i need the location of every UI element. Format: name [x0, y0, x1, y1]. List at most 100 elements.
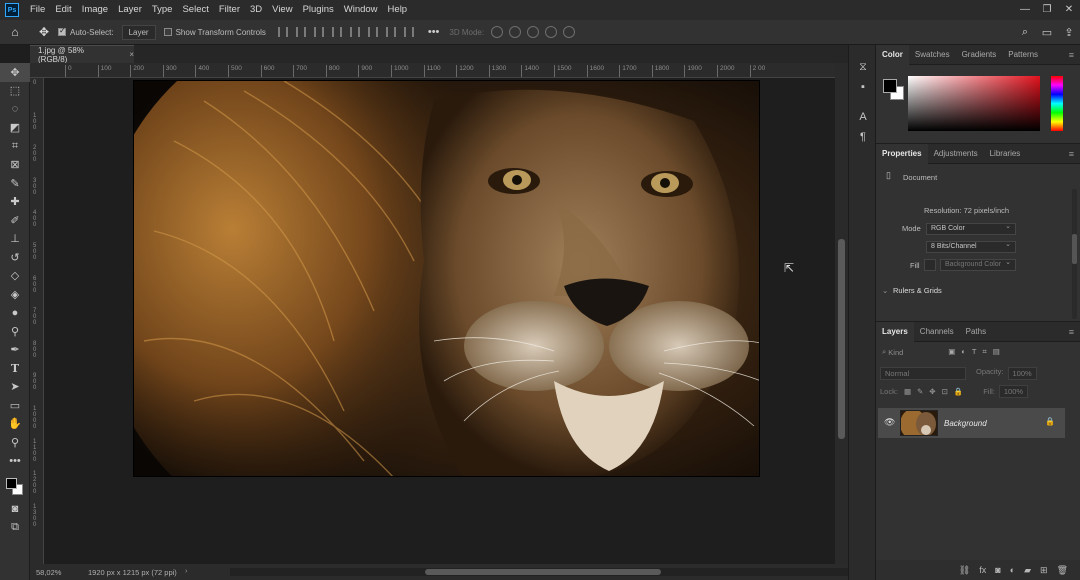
home-icon[interactable]: ⌂ [0, 25, 30, 39]
delete-layer-icon[interactable]: 🗑 [1057, 565, 1068, 576]
menu-filter[interactable]: Filter [214, 0, 245, 20]
panel-menu-icon[interactable]: ≡ [1069, 149, 1074, 159]
edit-toolbar-icon[interactable]: ••• [0, 452, 30, 471]
menu-plugins[interactable]: Plugins [298, 0, 339, 20]
tab-properties[interactable]: Properties [876, 143, 928, 164]
move-tool-icon[interactable]: ✥ [0, 63, 30, 82]
canvas-workspace[interactable]: ⇱ [44, 78, 835, 564]
menu-help[interactable]: Help [383, 0, 413, 20]
3d-scale-icon[interactable] [563, 26, 576, 38]
comments-panel-icon[interactable]: ▪ [849, 77, 877, 97]
tab-libraries[interactable]: Libraries [984, 144, 1027, 164]
layer-style-icon[interactable]: fx [979, 565, 986, 575]
status-arrow-icon[interactable]: › [185, 566, 188, 575]
menu-3d[interactable]: 3D [245, 0, 267, 20]
layer-kind-filter[interactable]: Kind [888, 348, 930, 357]
fill-opacity-field[interactable]: 100% [998, 385, 1029, 398]
frame-tool-icon[interactable]: ⊠ [0, 156, 30, 175]
align-left-icon[interactable] [277, 27, 288, 37]
tab-patterns[interactable]: Patterns [1002, 45, 1044, 65]
lion-image[interactable] [133, 80, 760, 477]
new-layer-icon[interactable]: ⊞ [1040, 565, 1048, 576]
foreground-color-chip[interactable] [883, 79, 897, 93]
minimize-icon[interactable]: — [1014, 0, 1036, 20]
eraser-tool-icon[interactable]: ◇ [0, 267, 30, 286]
close-window-icon[interactable]: ✕ [1058, 0, 1080, 20]
blend-mode-dropdown[interactable]: Normal [880, 367, 966, 380]
3d-slide-icon[interactable] [545, 26, 558, 38]
distribute-icon[interactable] [331, 27, 342, 37]
transform-controls-option[interactable]: Show Transform Controls [163, 28, 266, 37]
blur-tool-icon[interactable]: ● [0, 304, 30, 323]
lasso-tool-icon[interactable]: ◌ [0, 100, 30, 119]
workspace-icon[interactable]: ▭ [1036, 26, 1058, 39]
foreground-color-swatch[interactable] [6, 478, 17, 489]
3d-roll-icon[interactable] [509, 26, 522, 38]
tab-layers[interactable]: Layers [876, 321, 914, 342]
marquee-tool-icon[interactable]: ⬚ [0, 82, 30, 101]
new-group-icon[interactable]: ▰ [1024, 565, 1031, 576]
lock-icon[interactable]: 🔒 [1045, 417, 1055, 426]
color-picker-field[interactable] [908, 76, 1040, 131]
menu-view[interactable]: View [267, 0, 297, 20]
tab-paths[interactable]: Paths [960, 322, 992, 342]
menu-edit[interactable]: Edit [50, 0, 76, 20]
healing-brush-tool-icon[interactable]: ✚ [0, 193, 30, 212]
path-select-tool-icon[interactable]: ➤ [0, 378, 30, 397]
align-middle-icon[interactable] [367, 27, 378, 37]
tab-swatches[interactable]: Swatches [909, 45, 956, 65]
quick-mask-icon[interactable]: ◙ [0, 500, 30, 519]
zoom-level[interactable]: 58,02% [36, 568, 82, 577]
chevron-down-icon[interactable]: ⌄ [882, 286, 888, 295]
align-right-icon[interactable] [313, 27, 324, 37]
crop-tool-icon[interactable]: ⌗ [0, 137, 30, 156]
history-brush-tool-icon[interactable]: ↺ [0, 248, 30, 267]
visibility-eye-icon[interactable]: 👁 [884, 417, 895, 428]
move-tool-options-icon[interactable]: ✥ [30, 25, 58, 39]
menu-image[interactable]: Image [77, 0, 113, 20]
close-tab-icon[interactable]: × [129, 50, 134, 59]
align-bottom-icon[interactable] [385, 27, 396, 37]
hue-slider[interactable] [1051, 76, 1063, 131]
document-tab[interactable]: 1.jpg @ 58% (RGB/8) × [30, 45, 134, 64]
opacity-field[interactable]: 100% [1007, 367, 1037, 380]
adjustment-layer-icon[interactable]: ◐ [1010, 565, 1015, 575]
3d-rotate-icon[interactable] [491, 26, 504, 38]
history-panel-icon[interactable]: ⧖ [849, 57, 877, 77]
search-icon[interactable]: ⌕ [1014, 26, 1036, 39]
brush-tool-icon[interactable]: ✐ [0, 211, 30, 230]
link-layers-icon[interactable]: ⛓ [959, 565, 970, 576]
auto-select-checkbox[interactable] [58, 26, 66, 36]
menu-select[interactable]: Select [177, 0, 213, 20]
layer-row-background[interactable]: 👁 Background 🔒 [878, 408, 1065, 438]
align-top-icon[interactable] [349, 27, 360, 37]
clone-stamp-tool-icon[interactable]: ⊥ [0, 230, 30, 249]
character-panel-icon[interactable]: A [849, 107, 877, 127]
tab-channels[interactable]: Channels [914, 322, 960, 342]
mode-dropdown[interactable]: RGB Color [926, 222, 1016, 235]
screen-mode-icon[interactable]: ⧉ [0, 519, 30, 538]
dodge-tool-icon[interactable]: ⚲ [0, 322, 30, 341]
document-info[interactable]: 1920 px x 1215 px (72 ppi) [88, 568, 177, 577]
horizontal-scroll-thumb[interactable] [425, 569, 661, 575]
align-center-icon[interactable] [295, 27, 306, 37]
bit-depth-dropdown[interactable]: 8 Bits/Channel [926, 240, 1016, 253]
pen-tool-icon[interactable]: ✒ [0, 341, 30, 360]
vertical-scrollbar[interactable] [835, 63, 848, 564]
tab-adjustments[interactable]: Adjustments [928, 144, 984, 164]
properties-scroll-thumb[interactable] [1072, 234, 1077, 264]
distribute-vertical-icon[interactable] [403, 27, 414, 37]
paragraph-panel-icon[interactable]: ¶ [849, 127, 877, 147]
auto-select-dropdown[interactable]: Layer [121, 24, 156, 40]
hand-tool-icon[interactable]: ✋ [0, 415, 30, 434]
lock-icons[interactable]: ▦✎✥⊡🔒 [904, 387, 969, 396]
vertical-scroll-thumb[interactable] [838, 239, 845, 439]
type-tool-icon[interactable]: T [0, 359, 30, 378]
menu-window[interactable]: Window [339, 0, 383, 20]
tab-color[interactable]: Color [876, 44, 909, 65]
filter-icons[interactable]: ▣◐T⌗▤ [948, 347, 1006, 357]
layer-mask-icon[interactable]: ◙ [995, 565, 1000, 575]
more-options-icon[interactable]: ••• [428, 26, 440, 38]
rectangle-tool-icon[interactable]: ▭ [0, 396, 30, 415]
quick-select-tool-icon[interactable]: ◩ [0, 119, 30, 138]
